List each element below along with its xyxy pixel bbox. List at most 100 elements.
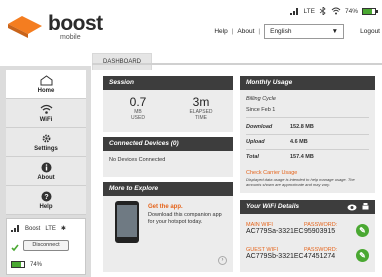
check-icon — [11, 244, 19, 252]
carrier-usage-link[interactable]: Check Carrier Usage — [246, 170, 297, 176]
total-label: Total — [246, 154, 259, 160]
sidebar-nav: Home WiFi Settings About ? Help — [6, 70, 86, 215]
cycle-label: Billing Cycle — [246, 96, 276, 102]
elapsed-label: TIME — [195, 115, 207, 121]
wifi-title: Your WiFi Details — [246, 203, 300, 210]
used-label: USED — [131, 115, 145, 121]
wifi-password-block: PASSWORD: 95903915 — [304, 222, 337, 235]
eye-icon[interactable] — [347, 204, 357, 211]
explore-card: More to Explore Get the app. Download th… — [103, 182, 233, 272]
device-network: LTE — [45, 225, 56, 232]
sidebar-item-label: Help — [39, 203, 53, 210]
brand-sub: mobile — [60, 34, 81, 41]
total-value: 157.4 MB — [290, 154, 314, 160]
home-icon — [40, 74, 52, 85]
wifi-password: 95903915 — [304, 228, 336, 235]
network-label: LTE — [303, 7, 315, 15]
wifi-password-block: PASSWORD: 47451274 — [304, 247, 337, 260]
session-used: 0.7 MB USED — [121, 95, 155, 121]
wifi-icon — [40, 104, 52, 114]
svg-text:?: ? — [44, 194, 48, 201]
battery-icon — [362, 7, 378, 15]
wifi-details-card: Your WiFi Details MAIN WIFI AC779Sa-3321… — [240, 200, 375, 272]
logout-link[interactable]: Logout — [360, 28, 380, 35]
divider — [246, 134, 369, 135]
bluetooth-icon: ✱ — [60, 226, 66, 232]
wifi-password: 47451274 — [304, 253, 336, 260]
device-row: Boost LTE ✱ — [11, 225, 66, 232]
usage-title: Monthly Usage — [240, 76, 375, 90]
signal-icon — [289, 8, 298, 15]
battery-cap — [376, 10, 378, 13]
wifi-row-main: MAIN WIFI AC779Sa-3321EC PASSWORD: 95903… — [246, 222, 371, 244]
upload-label: Upload — [246, 139, 265, 145]
about-link[interactable]: About — [237, 28, 254, 35]
cycle-value: Since Feb 1 — [246, 107, 276, 113]
monthly-usage-card: Monthly Usage Billing Cycle Since Feb 1 … — [240, 76, 375, 193]
battery-row: 74% — [11, 261, 42, 268]
wifi-header: Your WiFi Details — [240, 200, 375, 214]
boost-logo: boost mobile — [8, 12, 103, 41]
header-nav: Help | About | English ▼ Logout — [214, 22, 380, 40]
signal-icon — [11, 225, 19, 232]
sidebar-item-home[interactable]: Home — [6, 70, 86, 99]
session-title: Session — [103, 76, 233, 90]
divider — [246, 149, 369, 150]
explore-title: More to Explore — [103, 182, 233, 196]
language-select[interactable]: English ▼ — [264, 23, 345, 39]
connected-devices-card: Connected Devices (0) No Devices Connect… — [103, 137, 233, 177]
sidebar-item-label: About — [37, 174, 55, 181]
tab-bar: DASHBOARD — [92, 50, 153, 70]
print-icon[interactable] — [362, 203, 369, 211]
brand-name: boost — [48, 12, 103, 35]
disconnect-button[interactable]: Disconnect — [23, 240, 69, 251]
device-status-box: Boost LTE ✱ Disconnect 74% — [6, 218, 86, 275]
phone-screen — [117, 205, 137, 237]
devices-title: Connected Devices (0) — [103, 137, 233, 151]
bluetooth-icon — [319, 7, 326, 15]
next-arrow-icon[interactable]: › — [218, 256, 227, 265]
sidebar-item-wifi[interactable]: WiFi — [6, 99, 86, 128]
divider — [246, 117, 369, 118]
download-label: Download — [246, 124, 273, 130]
app-desc: Download this companion app for your hot… — [148, 212, 222, 225]
chevron-down-icon: ▼ — [331, 27, 339, 35]
used-value: 0.7 — [129, 95, 147, 109]
tab-dashboard[interactable]: DASHBOARD — [92, 53, 153, 70]
separator: | — [258, 27, 261, 35]
gear-icon — [42, 134, 50, 142]
sidebar-item-about[interactable]: About — [6, 157, 86, 186]
sidebar-item-label: Home — [37, 87, 55, 94]
wifi-status-icon — [331, 7, 341, 15]
boost-logo-icon — [8, 16, 42, 38]
session-card: Session 0.7 MB USED 3m ELAPSED TIME — [103, 76, 233, 132]
language-value: English — [270, 27, 292, 35]
session-elapsed: 3m ELAPSED TIME — [181, 95, 221, 121]
battery-fill — [12, 262, 21, 267]
device-name: Boost — [25, 225, 41, 232]
sidebar-item-settings[interactable]: Settings — [6, 128, 86, 157]
usage-note: Displayed data usage is intended to help… — [246, 177, 355, 187]
wifi-row-guest: GUEST WIFI AC779Sb-3321EC PASSWORD: 4745… — [246, 247, 371, 269]
sidebar: Home WiFi Settings About ? Help Boost LT… — [0, 66, 91, 277]
sidebar-item-help[interactable]: ? Help — [6, 186, 86, 215]
download-value: 152.8 MB — [290, 124, 314, 130]
devices-empty: No Devices Connected — [109, 157, 166, 163]
sidebar-item-label: WiFi — [39, 116, 53, 123]
elapsed-value: 3m — [192, 95, 210, 109]
edit-icon[interactable]: ✎ — [356, 249, 369, 262]
battery-percent: 74% — [344, 7, 358, 15]
app-title[interactable]: Get the app. — [148, 204, 183, 210]
info-icon — [41, 162, 51, 172]
battery-fill — [363, 8, 372, 14]
help-icon: ? — [41, 191, 51, 201]
upload-value: 4.6 MB — [290, 139, 308, 145]
help-link[interactable]: Help — [214, 28, 227, 35]
tab-divider — [92, 63, 382, 65]
status-bar: LTE 74% — [289, 5, 378, 17]
sidebar-item-label: Settings — [34, 145, 58, 152]
edit-icon[interactable]: ✎ — [356, 224, 369, 237]
wifi-header-icons — [347, 203, 369, 211]
device-battery: 74% — [30, 261, 43, 268]
separator: | — [231, 27, 234, 35]
